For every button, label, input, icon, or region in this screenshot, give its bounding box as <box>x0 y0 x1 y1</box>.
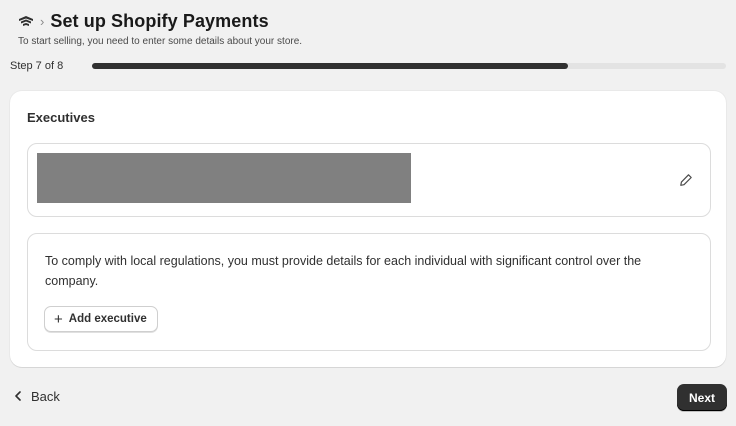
card-title: Executives <box>27 110 95 125</box>
regulation-notice: To comply with local regulations, you mu… <box>45 254 642 288</box>
title-row: › Set up Shopify Payments <box>18 10 726 32</box>
page-title: Set up Shopify Payments <box>50 10 269 31</box>
back-button[interactable]: Back <box>14 389 60 404</box>
chevron-left-icon <box>14 390 22 404</box>
edit-executive-button[interactable] <box>676 170 696 190</box>
redacted-executive-details <box>37 153 411 203</box>
next-button[interactable]: Next <box>677 384 727 411</box>
step-label: Step 7 of 8 <box>10 60 64 72</box>
add-executive-button[interactable]: + Add executive <box>44 306 158 332</box>
executives-card: Executives To comply with local regulati… <box>10 91 726 367</box>
progress-fill <box>92 63 568 69</box>
back-label: Back <box>31 389 60 404</box>
page-header: › Set up Shopify Payments <box>18 10 726 32</box>
plus-icon: + <box>54 310 63 328</box>
pencil-icon <box>680 174 692 186</box>
add-executive-section: To comply with local regulations, you mu… <box>27 233 711 351</box>
page-subtitle: To start selling, you need to enter some… <box>18 36 303 47</box>
breadcrumb-separator: › <box>40 13 45 29</box>
step-progress: Step 7 of 8 <box>10 58 726 74</box>
shopify-payments-icon[interactable] <box>18 13 34 29</box>
add-executive-label: Add executive <box>68 313 147 325</box>
executive-entry <box>27 143 711 217</box>
progress-track <box>92 63 726 69</box>
